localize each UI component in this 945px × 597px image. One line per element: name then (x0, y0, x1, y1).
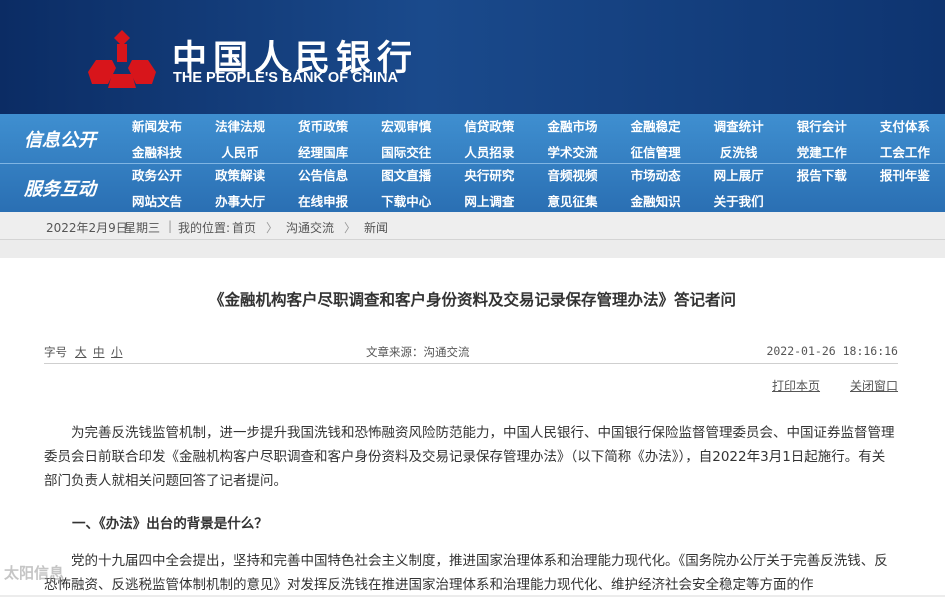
nav-item-4-3[interactable]: 在线申报 (283, 195, 363, 209)
current-date: 2022年2月9日 (46, 221, 128, 235)
location-label: 我的位置: (178, 221, 231, 235)
nav-item-2-5[interactable]: 人员招录 (449, 146, 529, 160)
main-nav: 信息公开 服务互动 新闻发布 法律法规 货币政策 宏观审慎 信贷政策 金融市场 金融稳定 调查… (0, 114, 945, 212)
nav-item-3-3[interactable]: 公告信息 (283, 169, 363, 183)
nav-item-2-3[interactable]: 经理国库 (283, 146, 363, 160)
breadcrumb-sub[interactable]: 新闻 (364, 219, 388, 236)
nav-item-4-2[interactable]: 办事大厅 (200, 195, 280, 209)
nav-item-1-9[interactable]: 银行会计 (782, 120, 862, 134)
nav-item-1-6[interactable]: 金融市场 (533, 120, 613, 134)
nav-item-4-8[interactable]: 关于我们 (699, 195, 779, 209)
current-weekday: 星期三 (124, 221, 161, 235)
print-button[interactable]: 打印本页 (772, 377, 820, 394)
article-heading-1: 一、《办法》出台的背景是什么？ (72, 516, 268, 532)
nav-item-1-7[interactable]: 金融稳定 (616, 120, 696, 134)
article-paragraph-2: 党的十九届四中全会提出，坚持和完善中国特色社会主义制度，推进国家治理体系和治理能… (44, 553, 888, 593)
nav-item-2-6[interactable]: 学术交流 (533, 146, 613, 160)
nav-item-2-7[interactable]: 征信管理 (616, 146, 696, 160)
font-small-button[interactable]: 小 (111, 344, 123, 360)
nav-item-4-7[interactable]: 金融知识 (616, 195, 696, 209)
pboc-emblem-icon[interactable] (86, 28, 158, 92)
nav-item-3-7[interactable]: 市场动态 (616, 169, 696, 183)
font-size-label: 字号 (44, 345, 67, 359)
nav-item-3-6[interactable]: 音频视频 (533, 169, 613, 183)
nav-item-3-10[interactable]: 报刊年鉴 (865, 169, 945, 183)
nav-item-2-1[interactable]: 金融科技 (117, 146, 197, 160)
nav-item-3-8[interactable]: 网上展厅 (699, 169, 779, 183)
nav-item-1-2[interactable]: 法律法规 (200, 120, 280, 134)
nav-item-1-4[interactable]: 宏观审慎 (366, 120, 446, 134)
article-datetime: 2022-01-26 18:16:16 (766, 344, 898, 358)
nav-item-2-10[interactable]: 工会工作 (865, 146, 945, 160)
nav-item-3-9[interactable]: 报告下载 (782, 169, 862, 183)
nav-category-service[interactable]: 服务互动 (0, 163, 120, 212)
nav-item-3-4[interactable]: 图文直播 (366, 169, 446, 183)
nav-item-4-4[interactable]: 下载中心 (366, 195, 446, 209)
watermark: 太阳信息 (4, 564, 65, 582)
nav-item-3-1[interactable]: 政务公开 (117, 169, 197, 183)
site-header: 中国人民银行 THE PEOPLE'S BANK OF CHINA (0, 0, 945, 114)
nav-item-3-5[interactable]: 央行研究 (449, 169, 529, 183)
nav-item-1-3[interactable]: 货币政策 (283, 120, 363, 134)
nav-item-2-4[interactable]: 国际交往 (366, 146, 446, 160)
nav-item-4-1[interactable]: 网站文告 (117, 195, 197, 209)
article-paragraph-1: 为完善反洗钱监管机制，进一步提升我国洗钱和恐怖融资风险防范能力，中国人民银行、中… (44, 425, 895, 489)
nav-item-1-10[interactable]: 支付体系 (865, 120, 945, 134)
breadcrumb: 2022年2月9日 星期三 | 我的位置: 首页 〉 沟通交流 〉 新闻 (0, 212, 945, 240)
nav-item-1-8[interactable]: 调查统计 (699, 120, 779, 134)
breadcrumb-divider: | (168, 219, 173, 233)
nav-category-info[interactable]: 信息公开 (0, 114, 120, 163)
nav-item-1-5[interactable]: 信贷政策 (449, 120, 529, 134)
nav-item-3-2[interactable]: 政策解读 (200, 169, 280, 183)
breadcrumb-section[interactable]: 沟通交流 (286, 219, 334, 236)
site-title-en: THE PEOPLE'S BANK OF CHINA (173, 70, 398, 86)
chevron-right-icon: 〉 (266, 221, 279, 235)
nav-item-4-6[interactable]: 意见征集 (533, 195, 613, 209)
article-title: 《金融机构客户尽职调查和客户身份资料及交易记录保存管理办法》答记者问 (208, 291, 736, 309)
close-window-button[interactable]: 关闭窗口 (850, 377, 898, 394)
nav-item-4-5[interactable]: 网上调查 (449, 195, 529, 209)
article-meta: 字号 大 中 小 文章来源：沟通交流 2022-01-26 18:16:16 (44, 342, 898, 364)
font-large-button[interactable]: 大 (75, 344, 87, 360)
breadcrumb-home[interactable]: 首页 (232, 219, 256, 236)
nav-item-1-1[interactable]: 新闻发布 (117, 120, 197, 134)
article-source: 文章来源：沟通交流 (366, 345, 470, 359)
chevron-right-icon: 〉 (344, 221, 357, 235)
nav-item-2-9[interactable]: 党建工作 (782, 146, 862, 160)
nav-divider (0, 163, 945, 164)
nav-item-2-2[interactable]: 人民币 (200, 146, 280, 160)
font-medium-button[interactable]: 中 (93, 344, 105, 360)
nav-item-2-8[interactable]: 反洗钱 (699, 146, 779, 160)
